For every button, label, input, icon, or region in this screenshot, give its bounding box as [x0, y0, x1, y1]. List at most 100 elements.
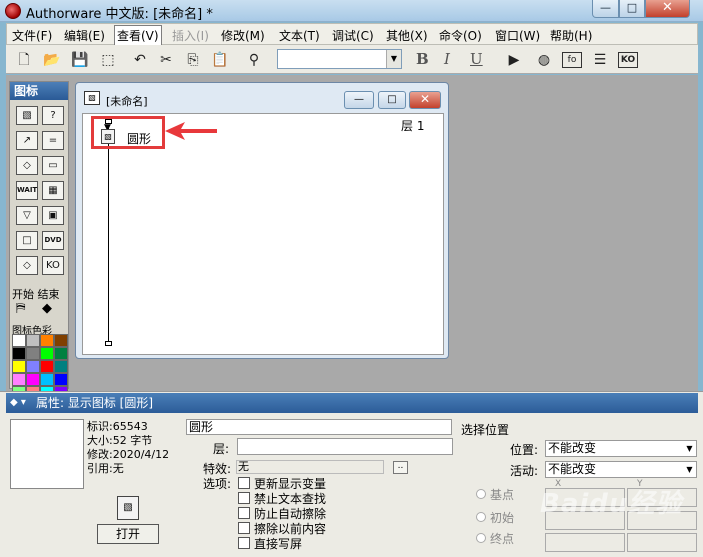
menu-other[interactable]: 其他(X)	[386, 27, 428, 44]
icon-name-input[interactable]: 圆形	[186, 419, 452, 435]
variables-icon[interactable]: ☰	[590, 50, 610, 70]
color-swatch[interactable]	[12, 373, 26, 386]
color-swatch[interactable]	[26, 347, 40, 360]
start-flag-icon[interactable]: ⛿	[16, 301, 25, 316]
flowline-area[interactable]: 层 1 ▼ ▧ 圆形	[82, 113, 444, 355]
bold-button[interactable]: B	[416, 50, 429, 68]
menu-insert[interactable]: 插入(I)	[172, 27, 209, 44]
flowline-close-button[interactable]: ✕	[409, 91, 441, 109]
end-flag-icon[interactable]: ◆	[42, 301, 52, 316]
menu-command[interactable]: 命令(O)	[439, 27, 482, 44]
motion-icon[interactable]: ↗	[16, 131, 38, 150]
end-x-field[interactable]	[545, 533, 625, 552]
flowline-minimize-button[interactable]: —	[344, 91, 374, 109]
copy-icon[interactable]: ⎘	[183, 50, 203, 70]
color-swatch[interactable]	[40, 373, 54, 386]
properties-title: 属性: 显示图标 [圆形]	[36, 396, 154, 410]
knowledge-object-icon[interactable]: KO	[42, 256, 64, 275]
framework-icon[interactable]: ▦	[42, 181, 64, 200]
erase-previous-checkbox[interactable]	[238, 522, 250, 534]
activity-select-value: 不能改变	[548, 462, 597, 476]
authorware-app-icon[interactable]	[5, 3, 21, 19]
activity-select[interactable]: 不能改变 ▼	[545, 461, 697, 478]
menu-modify[interactable]: 修改(M)	[221, 27, 265, 44]
prevent-auto-erase-checkbox[interactable]	[238, 507, 250, 519]
paste-icon[interactable]: 📋	[210, 50, 230, 70]
chevron-down-icon[interactable]: ▼	[386, 50, 401, 68]
position-section-label: 选择位置	[461, 423, 510, 437]
open-button[interactable]: 打开	[97, 524, 159, 544]
interaction-icon[interactable]: ?	[42, 106, 64, 125]
map-icon[interactable]: □	[16, 231, 38, 250]
maximize-button[interactable]: □	[619, 0, 645, 18]
icon-preview	[10, 419, 84, 489]
close-button[interactable]: ✕	[645, 0, 690, 18]
baidu-watermark: Baidu经验	[540, 489, 683, 519]
chevron-down-icon[interactable]: ▼	[683, 462, 696, 477]
save-all-icon[interactable]: 💾	[70, 50, 90, 70]
effect-browse-button[interactable]: ..	[393, 461, 408, 474]
decision-icon[interactable]: ▽	[16, 206, 38, 225]
position-select[interactable]: 不能改变 ▼	[545, 440, 697, 457]
erase-icon[interactable]: ◇	[16, 156, 38, 175]
properties-header[interactable]: ◆ ▾ 属性: 显示图标 [圆形]	[6, 393, 698, 413]
color-swatch[interactable]	[12, 360, 26, 373]
direct-to-screen-checkbox[interactable]	[238, 537, 250, 549]
cut-icon[interactable]: ✂	[156, 50, 176, 70]
display-icon[interactable]: ▧	[16, 106, 38, 125]
sound-icon[interactable]: ◇	[16, 256, 38, 275]
initial-point-radio[interactable]	[476, 512, 486, 522]
flowline-maximize-button[interactable]: □	[378, 91, 406, 109]
color-swatch[interactable]	[12, 334, 26, 347]
menu-text[interactable]: 文本(T)	[279, 27, 320, 44]
color-swatch[interactable]	[54, 360, 68, 373]
menu-file[interactable]: 文件(F)	[12, 27, 52, 44]
option-label: 直接写屏	[254, 537, 303, 551]
color-swatch[interactable]	[54, 334, 68, 347]
italic-button[interactable]: I	[444, 50, 450, 68]
color-swatch[interactable]	[40, 347, 54, 360]
update-display-variables-checkbox[interactable]	[238, 477, 250, 489]
control-panel-icon[interactable]: ◍	[534, 50, 554, 70]
menu-view[interactable]: 查看(V)	[114, 25, 162, 46]
functions-icon[interactable]: fo	[562, 52, 582, 68]
collapse-toggle-icon[interactable]: ◆ ▾	[10, 393, 26, 413]
navigate-icon[interactable]: ▭	[42, 156, 64, 175]
color-swatch[interactable]	[26, 360, 40, 373]
layer-input[interactable]	[237, 438, 453, 455]
find-icon[interactable]: ⚲	[244, 50, 264, 70]
color-swatch[interactable]	[40, 334, 54, 347]
knowledge-objects-icon[interactable]: KO	[618, 52, 638, 68]
icon-reference: 引用:无	[87, 462, 124, 475]
color-swatch[interactable]	[26, 334, 40, 347]
minimize-button[interactable]: —	[592, 0, 619, 18]
base-point-radio[interactable]	[476, 489, 486, 499]
color-swatch[interactable]	[12, 347, 26, 360]
prevent-text-search-checkbox[interactable]	[238, 492, 250, 504]
underline-button[interactable]: U	[470, 50, 483, 68]
color-swatch[interactable]	[40, 360, 54, 373]
color-swatch[interactable]	[54, 347, 68, 360]
properties-panel: ◆ ▾ 属性: 显示图标 [圆形] 标识:65543 大小:52 字节 修改:2…	[0, 391, 703, 557]
import-icon[interactable]: ⬚	[98, 50, 118, 70]
open-icon[interactable]: 📂	[42, 50, 62, 70]
end-y-field[interactable]	[627, 533, 697, 552]
wait-icon[interactable]: WAIT	[16, 181, 38, 200]
menu-window[interactable]: 窗口(W)	[495, 27, 540, 44]
menu-edit[interactable]: 编辑(E)	[64, 27, 105, 44]
color-swatch[interactable]	[26, 373, 40, 386]
annotation-arrow-icon	[165, 122, 217, 140]
color-swatch[interactable]	[54, 373, 68, 386]
run-icon[interactable]: ▶	[504, 50, 524, 70]
palette-title: 图标	[10, 82, 68, 100]
new-icon[interactable]: 🗋	[14, 50, 34, 70]
dvd-icon[interactable]: DVD	[42, 231, 64, 250]
menu-help[interactable]: 帮助(H)	[550, 27, 592, 44]
font-combo[interactable]: ▼	[277, 49, 402, 69]
menu-debug[interactable]: 调试(C)	[332, 27, 374, 44]
digital-movie-icon[interactable]: ▣	[42, 206, 64, 225]
chevron-down-icon[interactable]: ▼	[683, 441, 696, 456]
undo-icon[interactable]: ↶	[130, 50, 150, 70]
calculation-icon[interactable]: =	[42, 131, 64, 150]
end-point-radio[interactable]	[476, 533, 486, 543]
